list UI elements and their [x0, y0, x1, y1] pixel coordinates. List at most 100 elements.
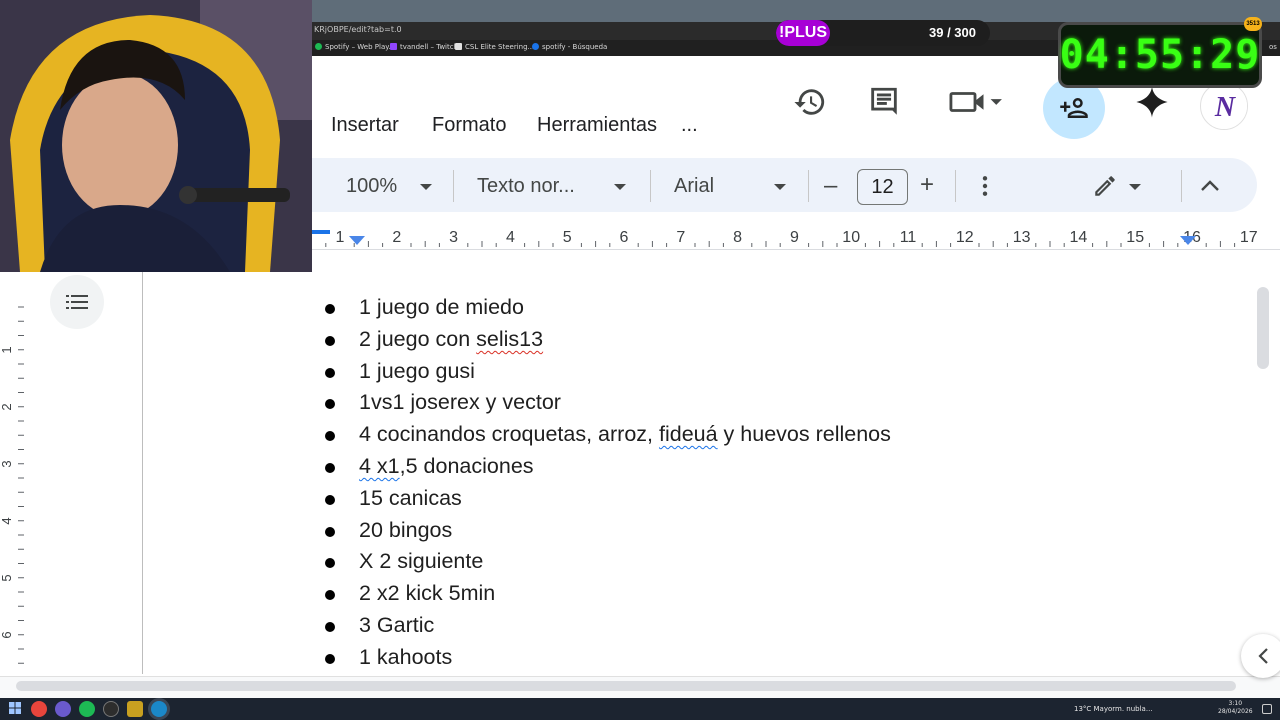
- vertical-scrollbar[interactable]: [1257, 287, 1269, 369]
- ruler-number: 9: [790, 229, 799, 246]
- side-panel-toggle[interactable]: [1241, 634, 1280, 678]
- list-item[interactable]: 1 juego de miedo: [322, 292, 891, 324]
- horizontal-scrollbar[interactable]: [16, 681, 1236, 691]
- bookmark-label: spotify - Búsqueda: [542, 43, 608, 51]
- vertical-ruler: 1 2 3 4 5 6: [0, 272, 26, 676]
- list-item[interactable]: 3 Gartic: [322, 610, 891, 642]
- increase-font-size-button[interactable]: +: [920, 171, 934, 199]
- bullet-icon: [325, 590, 335, 601]
- bookmark-csl[interactable]: CSL Elite Steering...: [455, 43, 534, 51]
- chrome-icon[interactable]: [31, 701, 47, 717]
- divider: [808, 170, 809, 202]
- notifications-icon[interactable]: [1262, 704, 1272, 714]
- spotify-icon: [315, 43, 322, 50]
- text-run: 1vs1 joserex y vector: [359, 390, 561, 415]
- list-item[interactable]: 4 cocinandos croquetas, arroz, fideuá y …: [322, 419, 891, 451]
- collapse-menus-icon[interactable]: [1200, 177, 1220, 198]
- bullet-icon: [325, 494, 335, 505]
- list-item-text: X 2 siguiente: [359, 549, 483, 573]
- menu-formato[interactable]: Formato: [432, 114, 506, 137]
- ruler-number: 13: [1013, 229, 1031, 246]
- comments-icon[interactable]: [864, 82, 904, 122]
- bookmark-spotify-web[interactable]: Spotify – Web Play...: [315, 43, 395, 51]
- grammar-flag[interactable]: fideuá: [659, 422, 718, 446]
- list-item-text: 1 juego gusi: [359, 359, 475, 383]
- ruler-number: 4: [506, 229, 515, 246]
- list-item[interactable]: 1vs1 joserex y vector: [322, 387, 891, 419]
- menu-herramientas[interactable]: Herramientas: [537, 114, 657, 137]
- bullet-icon: [325, 462, 335, 473]
- edge-icon[interactable]: [151, 701, 167, 717]
- ruler-number: 6: [0, 631, 14, 638]
- ruler-number: 4: [0, 517, 14, 524]
- bullet-icon: [325, 367, 335, 378]
- text-run: 1 juego de miedo: [359, 295, 524, 319]
- app-icon[interactable]: [127, 701, 143, 717]
- text-run: 1 kahoots: [359, 644, 453, 669]
- start-icon[interactable]: [8, 701, 24, 717]
- font-family-select[interactable]: Arial: [674, 175, 714, 198]
- spelling-flag[interactable]: selis13: [476, 327, 543, 351]
- ruler-number: 2: [0, 403, 14, 410]
- bullet-list[interactable]: 1 juego de miedo 2 juego con selis13 1 jue…: [322, 292, 891, 674]
- list-item[interactable]: 2 x2 kick 5min: [322, 578, 891, 610]
- list-item[interactable]: X 2 siguiente: [322, 546, 891, 578]
- bullet-icon: [325, 526, 335, 537]
- decrease-font-size-button[interactable]: –: [824, 172, 837, 200]
- bullet-icon: [325, 335, 335, 346]
- bullet-icon: [325, 653, 335, 664]
- list-item[interactable]: 4 x1,5 donaciones: [322, 451, 891, 483]
- screen: KRjOBPE/edit?tab=t.0 Spotify – Web Play.…: [0, 0, 1280, 720]
- stream-timer: 04:55:29: [1058, 22, 1262, 88]
- chevron-left-icon: [1258, 648, 1268, 664]
- divider: [453, 170, 454, 202]
- editing-mode-icon[interactable]: [1092, 173, 1118, 204]
- app-icon[interactable]: [103, 701, 119, 717]
- gemini-sparkle-icon[interactable]: [1132, 82, 1172, 122]
- bookmark-twitch[interactable]: tvandell – Twitch: [390, 43, 458, 51]
- avatar[interactable]: N: [1200, 82, 1248, 130]
- text-run: y huevos rellenos: [717, 422, 891, 447]
- document-outline-button[interactable]: [50, 275, 104, 329]
- list-item[interactable]: 1 kahoots: [322, 642, 891, 674]
- divider: [1181, 170, 1182, 202]
- plus-label: !PLUS: [776, 20, 830, 46]
- vertical-ruler-ticks: 1 2 3 4 5 6: [0, 306, 24, 664]
- margin-marker[interactable]: [312, 230, 330, 234]
- ruler-number: 5: [563, 229, 572, 246]
- plus-goal-overlay: !PLUS 39 / 300: [776, 20, 990, 46]
- history-icon[interactable]: [790, 82, 830, 122]
- list-item[interactable]: 20 bingos: [322, 515, 891, 547]
- bullet-icon: [325, 431, 335, 442]
- list-item-text: 2 x2 kick 5min: [359, 581, 495, 605]
- meet-video-icon[interactable]: [945, 82, 1005, 122]
- list-item-text: 2 juego con selis13: [359, 327, 543, 351]
- text-run: ,5 donaciones: [399, 453, 534, 478]
- spotify-icon[interactable]: [79, 701, 95, 717]
- grammar-flag[interactable]: 4 x1: [359, 454, 400, 478]
- ruler-number: 3: [0, 460, 14, 467]
- bookmark-label: Spotify – Web Play...: [325, 43, 396, 51]
- more-options-icon[interactable]: [980, 175, 990, 202]
- menu-insertar[interactable]: Insertar: [331, 114, 399, 137]
- zoom-select[interactable]: 100%: [346, 175, 397, 198]
- list-item[interactable]: 15 canicas: [322, 483, 891, 515]
- left-indent-marker[interactable]: [349, 236, 365, 245]
- streamer-webcam-image: [0, 0, 312, 272]
- toolbar-background: 100% Texto nor... Arial – 12 +: [312, 158, 1257, 212]
- bookmarks-overflow[interactable]: os: [1269, 43, 1277, 51]
- text-run: 4 cocinandos croquetas, arroz,: [359, 422, 659, 447]
- formatting-toolbar: 100% Texto nor... Arial – 12 +: [312, 156, 1280, 214]
- paragraph-style-select[interactable]: Texto nor...: [477, 175, 575, 198]
- font-size-input[interactable]: 12: [857, 169, 908, 205]
- bullet-icon: [325, 621, 335, 632]
- ruler-number: 5: [0, 574, 14, 581]
- url-text[interactable]: KRjOBPE/edit?tab=t.0: [314, 25, 402, 34]
- bookmark-spotify-search[interactable]: spotify - Búsqueda: [532, 43, 607, 51]
- system-clock[interactable]: 3:10 28/04/2026: [1218, 700, 1253, 716]
- list-item[interactable]: 2 juego con selis13: [322, 324, 891, 356]
- weather-widget[interactable]: 13°C Mayorm. nubla...: [1074, 705, 1153, 713]
- menu-more[interactable]: ...: [681, 114, 698, 137]
- list-item[interactable]: 1 juego gusi: [322, 356, 891, 388]
- obs-icon[interactable]: [55, 701, 71, 717]
